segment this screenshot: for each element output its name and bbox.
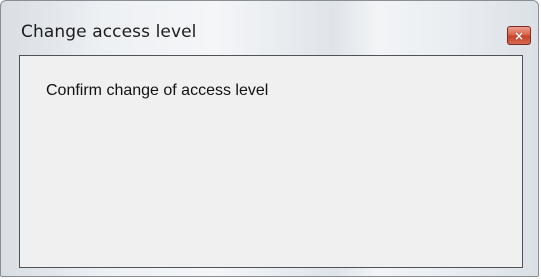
close-button[interactable]: ×: [507, 26, 531, 45]
confirm-message: Confirm change of access level: [46, 82, 269, 99]
dialog-content: Confirm change of access level: [19, 55, 523, 268]
window-title: Change access level: [21, 22, 197, 42]
close-icon: ×: [513, 28, 525, 43]
dialog-window: Change access level × Confirm change of …: [0, 0, 539, 277]
title-bar[interactable]: Change access level ×: [1, 1, 538, 55]
